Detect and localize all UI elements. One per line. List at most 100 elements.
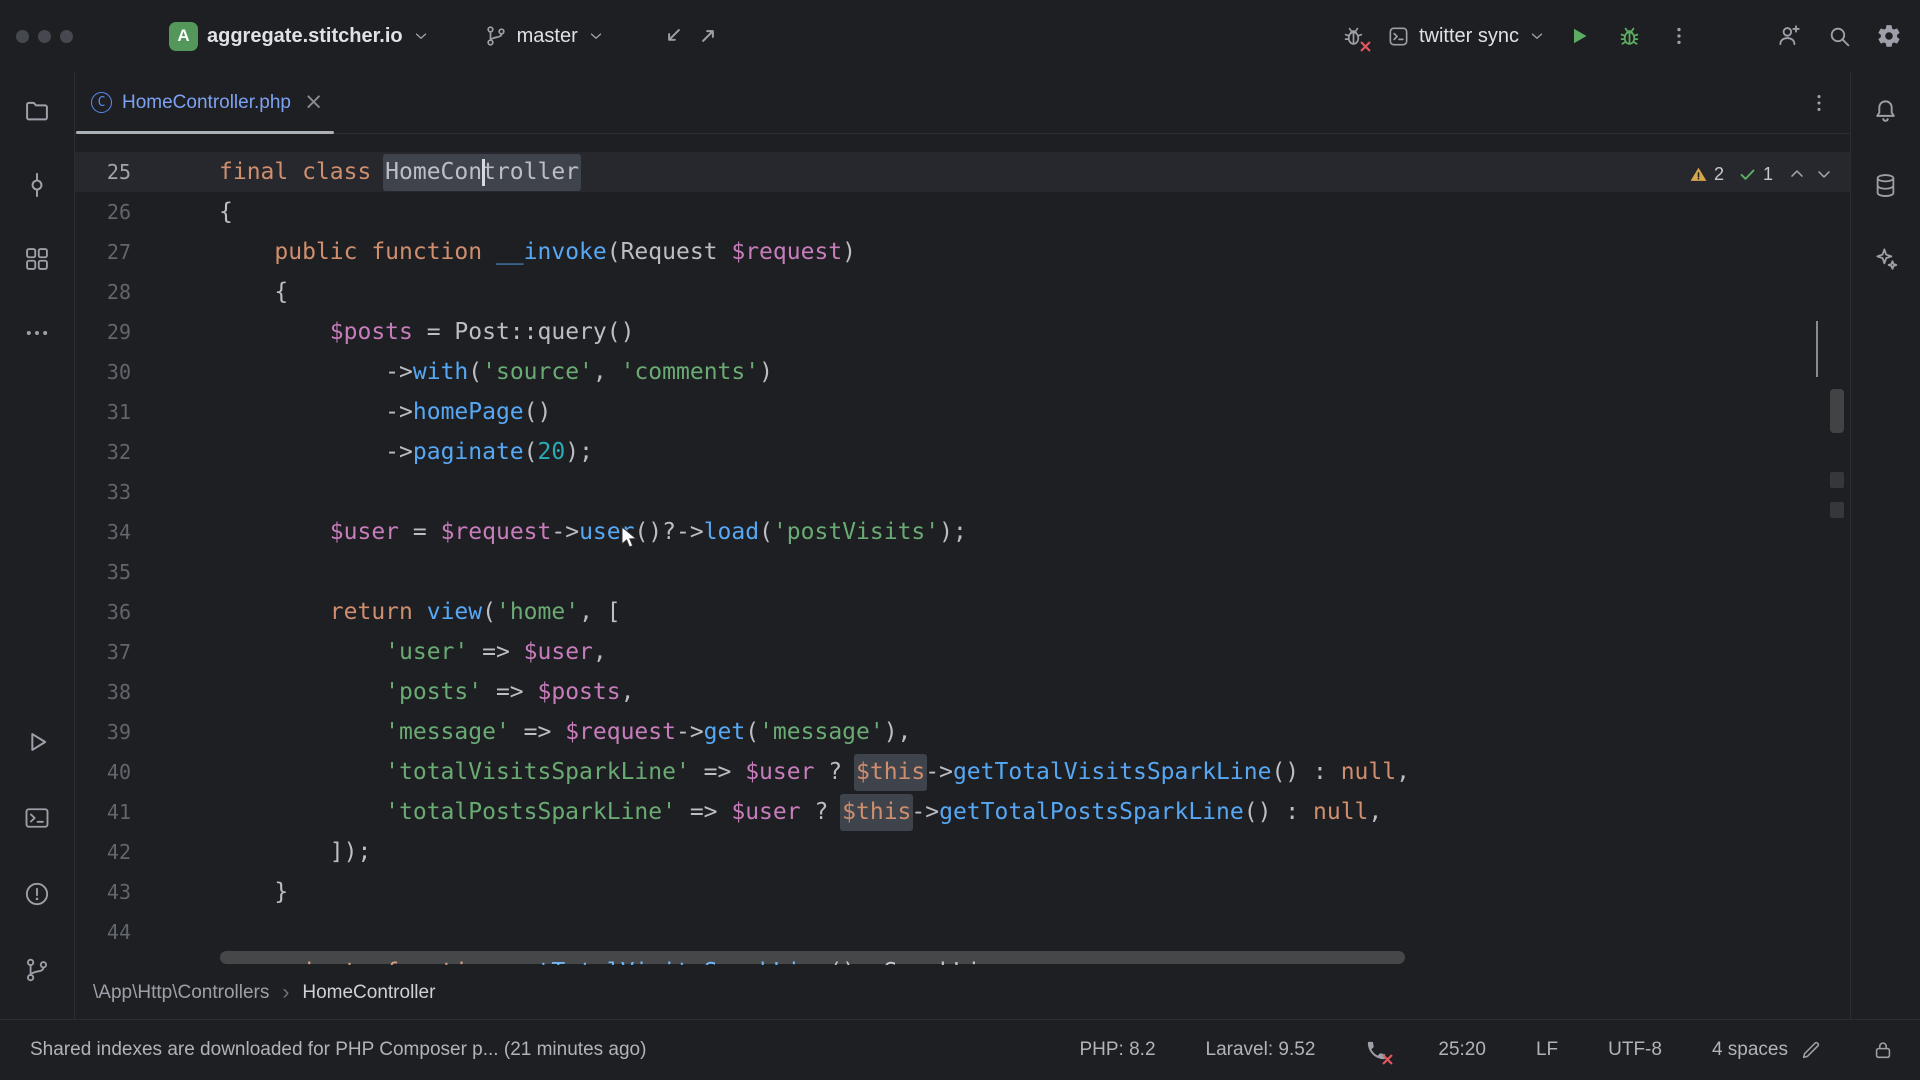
line-number[interactable]: 40	[75, 752, 131, 792]
code-line[interactable]: 38 'posts' => $posts,	[75, 672, 1850, 712]
code-line[interactable]: 44	[75, 912, 1850, 952]
text-caret	[482, 159, 485, 186]
php-version-widget[interactable]: PHP: 8.2	[1079, 1039, 1155, 1061]
code-line[interactable]: 25final class HomeController	[75, 152, 1850, 192]
code-line[interactable]: 26 {	[75, 192, 1850, 232]
code-line[interactable]: 29 $posts = Post::query()	[75, 312, 1850, 352]
line-number[interactable]: 36	[75, 592, 131, 632]
close-tab-icon[interactable]: ×	[304, 91, 323, 114]
lock-widget[interactable]	[1872, 1039, 1894, 1061]
encoding-widget[interactable]: UTF-8	[1608, 1039, 1662, 1061]
line-number[interactable]: 32	[75, 432, 131, 472]
tab-homecontroller[interactable]: C HomeController.php ×	[75, 72, 335, 133]
commit-icon	[23, 171, 51, 199]
code-line[interactable]: 41 'totalPostsSparkLine' => $user ? $thi…	[75, 792, 1850, 832]
run-tool-button[interactable]	[20, 725, 54, 759]
line-number[interactable]: 28	[75, 272, 131, 312]
window-minimize-button[interactable]	[38, 30, 51, 43]
debug-button[interactable]	[1612, 19, 1646, 53]
code-text: {	[219, 272, 288, 312]
code-line[interactable]: 30 ->with('source', 'comments')	[75, 352, 1850, 392]
line-number[interactable]: 37	[75, 632, 131, 672]
project-tool-button[interactable]	[20, 94, 54, 128]
chevron-down-icon	[587, 27, 605, 45]
project-widget[interactable]: A aggregate.stitcher.io	[169, 22, 430, 51]
code-line[interactable]: 37 'user' => $user,	[75, 632, 1850, 672]
ai-assistant-button[interactable]	[1869, 242, 1903, 276]
indent-widget[interactable]: 4 spaces	[1712, 1039, 1822, 1061]
window-close-button[interactable]	[16, 30, 29, 43]
tab-options-button[interactable]	[1808, 92, 1830, 114]
code-editor[interactable]: 25final class HomeController26 {27 public…	[75, 134, 1850, 967]
line-number[interactable]: 34	[75, 512, 131, 552]
code-text: ->homePage()	[219, 392, 551, 432]
code-line[interactable]: 27 public function __invoke(Request $req…	[75, 232, 1850, 272]
code-line[interactable]: 42 ]);	[75, 832, 1850, 872]
more-tool-windows-button[interactable]	[20, 316, 54, 350]
line-number[interactable]: 30	[75, 352, 131, 392]
code-with-me-button[interactable]	[1772, 19, 1806, 53]
run-button[interactable]	[1562, 19, 1596, 53]
line-number[interactable]: 25	[75, 152, 131, 192]
structure-tool-button[interactable]	[20, 242, 54, 276]
breadcrumb-class[interactable]: HomeController	[302, 982, 435, 1004]
phpstorm-window: A aggregate.stitcher.io master	[0, 0, 1920, 1080]
line-number[interactable]: 33	[75, 472, 131, 512]
line-number[interactable]: 38	[75, 672, 131, 712]
run-config-widget[interactable]: twitter sync	[1387, 25, 1546, 48]
problems-tool-button[interactable]	[20, 877, 54, 911]
database-icon	[1872, 172, 1899, 199]
vertical-scrollbar[interactable]	[1830, 389, 1844, 433]
ok-icon	[1738, 165, 1757, 184]
code-line[interactable]: 32 ->paginate(20);	[75, 432, 1850, 472]
caret-position-widget[interactable]: 25:20	[1438, 1039, 1486, 1061]
more-icon	[1668, 25, 1690, 47]
version-control-tool-button[interactable]	[20, 953, 54, 987]
notifications-button[interactable]	[1869, 94, 1903, 128]
code-line[interactable]: 43 }	[75, 872, 1850, 912]
code-line[interactable]: 33	[75, 472, 1850, 512]
push-button[interactable]	[691, 19, 725, 53]
code-line[interactable]: 40 'totalVisitsSparkLine' => $user ? $th…	[75, 752, 1850, 792]
debug-listen-button[interactable]	[1365, 1039, 1388, 1062]
prev-problem-icon[interactable]	[1787, 164, 1807, 184]
next-problem-icon[interactable]	[1814, 164, 1834, 184]
settings-button[interactable]	[1872, 19, 1906, 53]
project-icon: A	[169, 22, 198, 51]
code-line[interactable]: 34 $user = $request->user()?->load('post…	[75, 512, 1850, 552]
inspections-widget[interactable]: 2 1	[1689, 154, 1834, 194]
code-line[interactable]: 28 {	[75, 272, 1850, 312]
line-number[interactable]: 35	[75, 552, 131, 592]
line-number[interactable]: 26	[75, 192, 131, 232]
line-number[interactable]: 31	[75, 392, 131, 432]
line-number[interactable]: 39	[75, 712, 131, 752]
window-zoom-button[interactable]	[60, 30, 73, 43]
code-text: {	[219, 192, 233, 232]
line-number[interactable]: 41	[75, 792, 131, 832]
line-number[interactable]: 42	[75, 832, 131, 872]
more-actions-button[interactable]	[1662, 19, 1696, 53]
pencil-icon[interactable]	[1800, 1039, 1822, 1061]
update-project-button[interactable]	[657, 19, 691, 53]
horizontal-scrollbar[interactable]	[220, 951, 1405, 964]
debug-listener-button[interactable]	[1337, 19, 1371, 53]
status-message[interactable]: Shared indexes are downloaded for PHP Co…	[30, 1039, 646, 1061]
ai-assistant-icon	[1872, 246, 1899, 273]
laravel-version-widget[interactable]: Laravel: 9.52	[1206, 1039, 1316, 1061]
terminal-tool-button[interactable]	[20, 801, 54, 835]
line-number[interactable]: 44	[75, 912, 131, 952]
settings-gear-icon	[1876, 23, 1902, 49]
code-line[interactable]: 39 'message' => $request->get('message')…	[75, 712, 1850, 752]
line-number[interactable]: 27	[75, 232, 131, 272]
commit-tool-button[interactable]	[20, 168, 54, 202]
line-number[interactable]: 43	[75, 872, 131, 912]
branch-widget[interactable]: master	[484, 24, 605, 48]
line-separator-widget[interactable]: LF	[1536, 1039, 1558, 1061]
code-line[interactable]: 31 ->homePage()	[75, 392, 1850, 432]
database-tool-button[interactable]	[1869, 168, 1903, 202]
breadcrumb-namespace[interactable]: \App\Http\Controllers	[93, 982, 269, 1004]
line-number[interactable]: 29	[75, 312, 131, 352]
search-everywhere-button[interactable]	[1822, 19, 1856, 53]
code-line[interactable]: 36 return view('home', [	[75, 592, 1850, 632]
code-line[interactable]: 35	[75, 552, 1850, 592]
